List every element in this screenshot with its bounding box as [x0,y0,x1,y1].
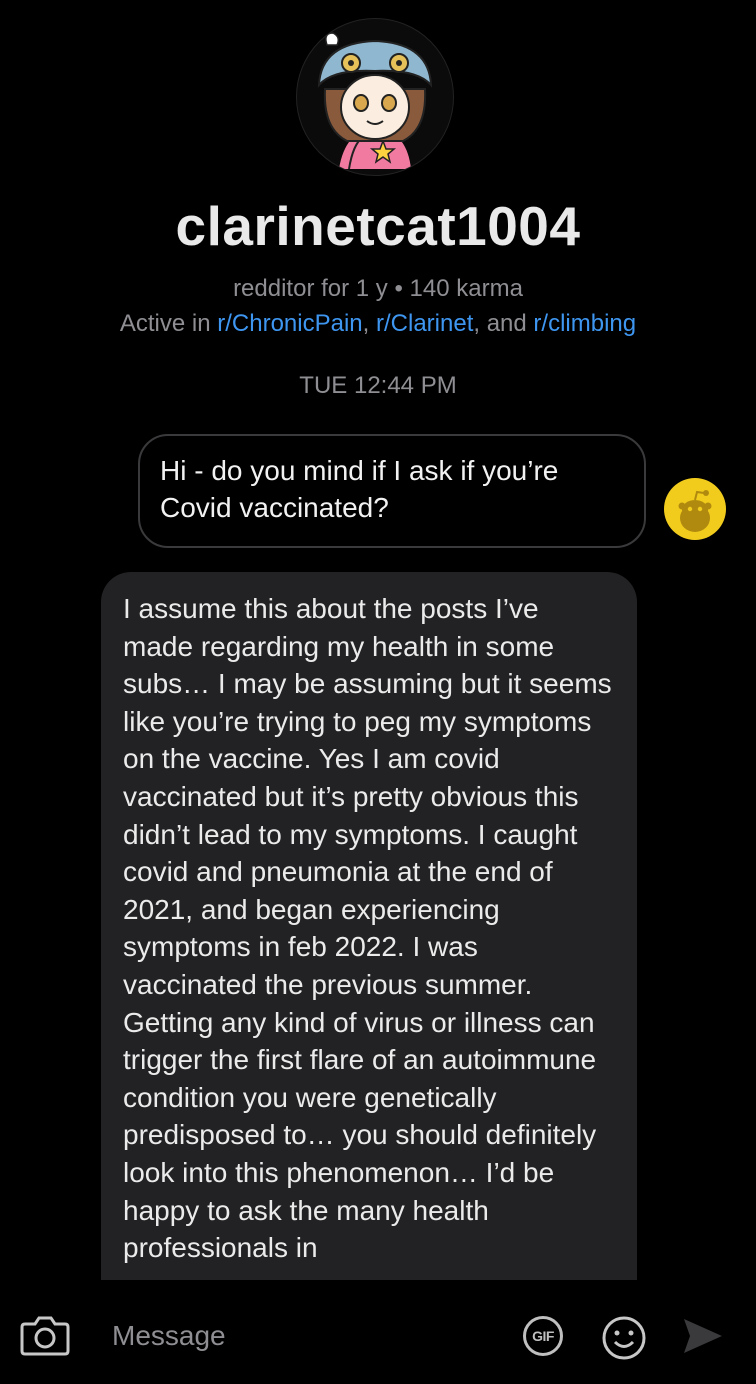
active-in-line: Active in r/ChronicPain, r/Clarinet, and… [0,310,756,338]
message-input[interactable] [110,1312,494,1360]
camera-icon[interactable] [20,1314,70,1356]
emoji-icon[interactable] [601,1315,647,1361]
received-message-bubble[interactable]: I assume this about the posts I’ve made … [101,572,637,1368]
avatar-illustration [317,32,433,170]
username: clarinetcat1004 [175,195,581,257]
separator: , [362,310,376,337]
subreddit-link-climbing[interactable]: r/climbing [533,310,636,337]
sender-avatar[interactable] [664,478,726,540]
separator-and: , and [473,310,534,337]
received-message-text: I assume this about the posts I’ve made … [123,593,612,1264]
gif-button[interactable]: GIF [523,1316,563,1356]
user-avatar[interactable] [296,18,454,176]
subreddit-link-chronicpain[interactable]: r/ChronicPain [217,310,362,337]
snoo-icon [678,490,712,532]
send-icon[interactable] [682,1316,724,1356]
message-composer: GIF [0,1280,756,1384]
subreddit-link-clarinet[interactable]: r/Clarinet [376,310,473,337]
user-meta: redditor for 1 y • 140 karma [233,275,523,302]
active-in-prefix: Active in [119,310,218,337]
sent-message-bubble[interactable]: Hi - do you mind if I ask if you’re Covi… [138,434,646,548]
message-timestamp: TUE 12:44 PM [299,372,457,399]
